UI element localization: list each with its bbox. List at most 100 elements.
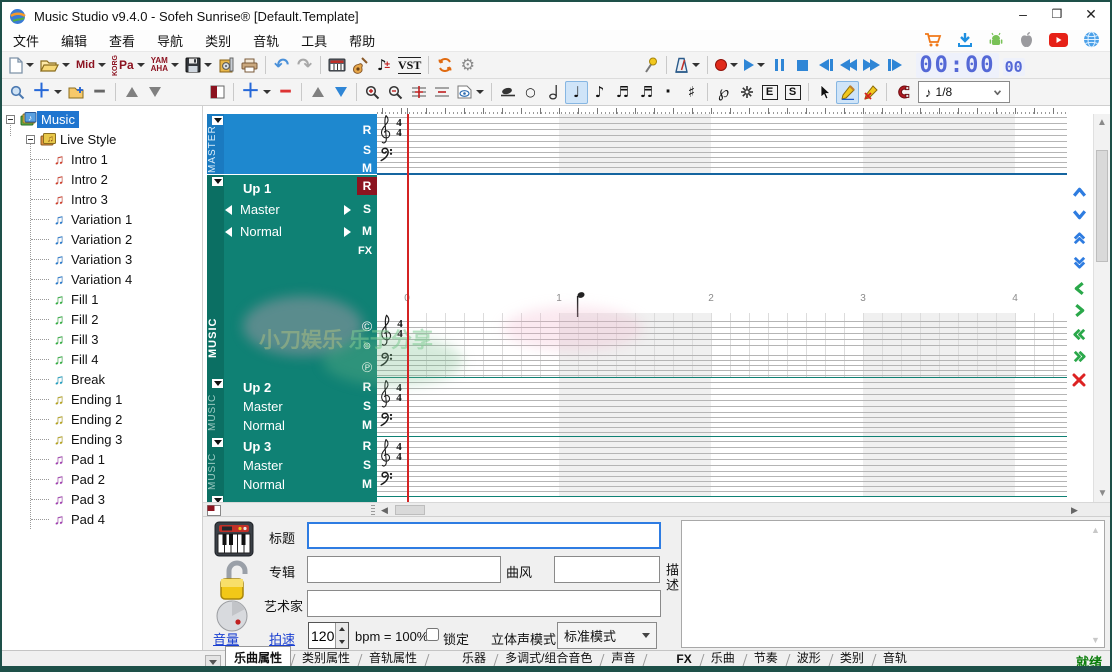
master-record-button[interactable]: R [357,123,377,137]
tree-item-intro-3[interactable]: ♫Intro 3 [2,189,202,209]
tempo-up-icon[interactable] [336,623,348,636]
tree-item-fill-2[interactable]: ♫Fill 2 [2,309,202,329]
description-textarea[interactable] [681,520,1105,648]
tempo-input[interactable] [309,623,335,648]
desc-scroll-up-icon[interactable]: ▲ [1091,525,1100,535]
menu-track[interactable]: 音轨 [242,29,290,52]
desc-scroll-down-icon[interactable]: ▼ [1091,635,1100,645]
half-note-button[interactable] [542,81,565,104]
delete-note-button[interactable] [1067,372,1091,388]
up3-track-header[interactable]: MUSIC Up 3 Master Normal R S M [207,436,377,496]
panel-corner-icon[interactable] [207,505,221,516]
album-input[interactable] [307,556,501,583]
jump-left-button[interactable] [1067,326,1091,342]
master-track-lane[interactable]: 44 [377,114,1067,174]
timeline-ruler[interactable] [377,106,1067,114]
tree-item-pad-2[interactable]: ♫Pad 2 [2,469,202,489]
up3-mute-button[interactable]: M [357,477,377,491]
note-edit-button[interactable]: ♪± [372,54,395,77]
nudge-right-button[interactable] [1067,302,1091,318]
scroll-down-icon[interactable]: ▼ [1094,488,1110,499]
collapse-track-icon[interactable] [212,116,223,125]
up2-track-header[interactable]: MUSIC Up 2 Master Normal R S M [207,377,377,436]
unlock-icon[interactable] [217,559,251,603]
ornament-button[interactable] [735,81,758,104]
tempo-lock-checkbox[interactable] [426,628,439,641]
remove-track-button[interactable]: ━ [274,81,297,104]
title-input[interactable] [307,522,661,549]
move-down-button[interactable] [143,81,166,104]
volume-knob-icon[interactable] [215,599,249,633]
horizontal-scrollbar[interactable]: ◀ ▶ [203,502,1110,516]
stereo-mode-dropdown[interactable]: 标准模式 [557,622,657,649]
tree-item-live-style[interactable]: ♫ Live Style [2,129,202,149]
search-button[interactable] [6,81,29,104]
up3-mode[interactable]: Normal [243,477,285,492]
download-icon[interactable] [957,32,973,48]
genre-input[interactable] [554,556,660,583]
fast-forward-button[interactable] [860,54,883,77]
undo-button[interactable]: ↶ [270,54,293,77]
pencil-tool-button[interactable] [836,81,859,104]
up1-solo-button[interactable]: S [357,202,377,216]
print-button[interactable] [238,54,261,77]
yamaha-button[interactable]: YAMAHA [148,54,182,77]
up3-record-button[interactable]: R [357,439,377,453]
keyboard-instrument-button[interactable] [325,54,349,77]
zoom-out-button[interactable] [384,81,407,104]
octave-down-button[interactable] [1067,254,1091,270]
tree-item-variation-1[interactable]: ♫Variation 1 [2,209,202,229]
up1-bank-selector[interactable]: Master [225,202,351,217]
breve-note-button[interactable] [496,81,519,104]
open-file-button[interactable] [37,54,73,77]
save-button[interactable] [182,54,215,77]
tree-item-fill-1[interactable]: ♫Fill 1 [2,289,202,309]
collapse-track-icon[interactable] [212,438,223,447]
view-options-button[interactable] [453,81,487,104]
snap-magnet-button[interactable] [891,81,914,104]
up3-bank[interactable]: Master [243,458,283,473]
web-globe-icon[interactable] [1083,31,1100,48]
add-category-button[interactable]: ＋ [29,81,65,104]
up3-solo-button[interactable]: S [357,458,377,472]
sharp-button[interactable]: ♯ [680,81,703,104]
tree-item-break[interactable]: ♫Break [2,369,202,389]
expand-staff-button[interactable] [407,81,430,104]
remove-category-button[interactable]: ━ [88,81,111,104]
prev-bank-icon[interactable] [225,205,232,215]
add-track-button[interactable]: ＋ [238,81,274,104]
playhead[interactable] [407,114,409,502]
collapse-staff-button[interactable] [430,81,453,104]
move-note-down-button[interactable] [1067,206,1091,222]
up1-track-header[interactable]: MUSIC Up 1 Master Normal R S M FX © ⊚ ℗ [207,175,377,377]
tree-item-fill-4[interactable]: ♫Fill 4 [2,349,202,369]
up3-track-lane[interactable]: 44 [377,436,1067,496]
import-category-button[interactable] [65,81,88,104]
tree-item-music[interactable]: ♪ Music [2,109,202,129]
up2-solo-button[interactable]: S [357,399,377,413]
octave-up-button[interactable] [1067,230,1091,246]
up1-track-name[interactable]: Up 1 [243,181,271,196]
splitter-grip[interactable] [371,505,375,515]
tempo-spinner[interactable] [308,622,349,649]
pedal-button[interactable]: ℘ [712,81,735,104]
step-back-button[interactable] [814,54,837,77]
redo-button[interactable]: ↷ [293,54,316,77]
tree-item-pad-4[interactable]: ♫Pad 4 [2,509,202,529]
artist-input[interactable] [307,590,661,617]
vst-plugin-button[interactable]: VST [395,54,424,77]
android-icon[interactable] [988,32,1004,48]
symbol-button[interactable]: S [781,81,804,104]
tree-item-intro-1[interactable]: ♫Intro 1 [2,149,202,169]
tree-item-variation-4[interactable]: ♫Variation 4 [2,269,202,289]
scrollbar-thumb[interactable] [1096,150,1108,262]
tree-item-ending-1[interactable]: ♫Ending 1 [2,389,202,409]
stop-button[interactable] [791,54,814,77]
menu-help[interactable]: 帮助 [338,29,386,52]
scroll-left-icon[interactable]: ◀ [381,505,388,516]
up2-record-button[interactable]: R [357,380,377,394]
dotted-note-button[interactable]: · [657,81,680,104]
snap-value-dropdown[interactable]: ♪ 1/8 [918,81,1010,103]
prev-mode-icon[interactable] [225,227,232,237]
panel-toggle-button[interactable] [206,81,229,104]
